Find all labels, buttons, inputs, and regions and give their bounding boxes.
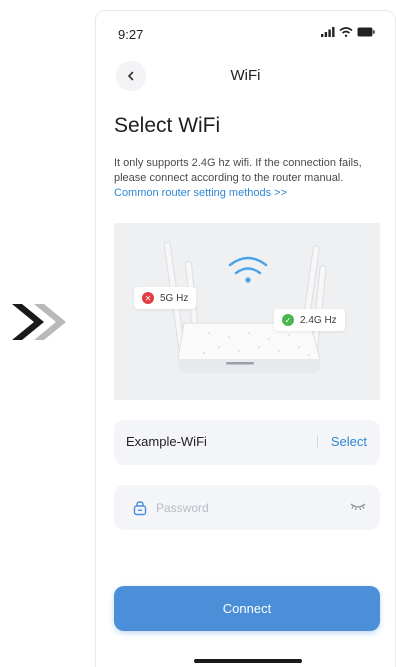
wifi-signal-icon [228,256,268,275]
password-field[interactable] [114,485,380,530]
page-title: Select WiFi [114,114,221,137]
network-field[interactable]: Example-WiFi Select [114,420,380,465]
description-text: It only supports 2.4G hz wifi. If the co… [114,157,362,184]
divider [317,435,318,449]
connect-button[interactable]: Connect [114,586,380,631]
wifi-icon [339,27,353,37]
signal-icon [321,27,335,37]
nav-title: WiFi [230,67,261,84]
check-icon: ✓ [282,314,294,326]
description: It only supports 2.4G hz wifi. If the co… [114,156,384,201]
badge-24g: ✓ 2.4G Hz [274,309,345,331]
home-indicator [194,659,302,663]
error-icon: ✕ [142,292,154,304]
status-icons [321,27,375,37]
status-time: 9:27 [118,27,144,42]
battery-icon [357,27,375,37]
router-illustration: ✕ 5G Hz ✓ 2.4G Hz [114,223,380,400]
badge-24g-label: 2.4G Hz [300,314,337,326]
password-input[interactable] [154,497,338,519]
network-name: Example-WiFi [126,434,207,449]
lock-icon [133,501,147,516]
eye-closed-icon[interactable] [350,501,366,513]
phone-screen: 9:27 WiFi Select WiFi It only supports 2… [95,10,396,667]
badge-5g: ✕ 5G Hz [134,287,197,309]
step-arrow-icon [4,302,84,342]
router-setting-link[interactable]: Common router setting methods >> [114,186,384,201]
badge-5g-label: 5G Hz [160,292,189,304]
select-network-button[interactable]: Select [331,434,367,449]
